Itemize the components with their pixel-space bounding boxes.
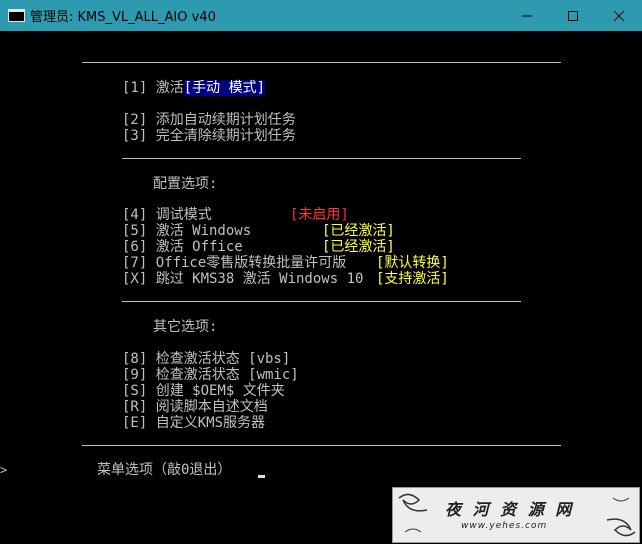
console-area[interactable]: [1] 激活[手动 模式] [2] 添加自动续期计划任务 [3] 完全清除续期计… xyxy=(0,31,642,544)
menu-item-9: [9] 检查激活状态 [wmic] xyxy=(122,367,299,383)
menu-item-1-tag: [手动 模式] xyxy=(183,80,266,96)
menu-item-2: [2] 添加自动续期计划任务 xyxy=(122,112,296,128)
other-heading: 其它选项: xyxy=(153,319,218,335)
menu-item-8: [8] 检查激活状态 [vbs] xyxy=(122,351,291,367)
window-title: 管理员: KMS_VL_ALL_AIO v40 xyxy=(30,10,216,25)
menu-item-7-label: [7] Office零售版转换批量许可版 xyxy=(122,255,347,271)
text-cursor xyxy=(258,475,265,478)
menu-item-4-label: [4] 调试模式 xyxy=(122,207,212,223)
title-bar[interactable]: 管理员: KMS_VL_ALL_AIO v40 xyxy=(0,0,642,31)
maximize-icon xyxy=(568,10,578,21)
maximize-button[interactable] xyxy=(550,0,596,31)
minimize-icon xyxy=(522,15,532,16)
minimize-button[interactable] xyxy=(504,0,550,31)
divider-2 xyxy=(122,301,521,302)
divider-bottom xyxy=(82,445,561,446)
menu-item-e: [E] 自定义KMS服务器 xyxy=(122,415,266,431)
menu-item-5-status: [已经激活] xyxy=(322,223,395,239)
menu-item-6-label: [6] 激活 Office xyxy=(122,239,243,255)
watermark-text: 夜 河 资 源 网 xyxy=(445,500,575,519)
menu-item-5-label: [5] 激活 Windows xyxy=(122,223,252,239)
menu-item-3: [3] 完全清除续期计划任务 xyxy=(122,128,296,144)
menu-item-4-status: [未启用] xyxy=(290,207,349,223)
divider-top xyxy=(82,62,561,63)
menu-item-7-status: [默认转换] xyxy=(376,255,449,271)
menu-item-x-status: [支持激活] xyxy=(376,271,449,287)
close-icon xyxy=(613,10,625,21)
menu-item-r: [R] 阅读脚本自述文档 xyxy=(122,399,268,415)
menu-item-x-label: [X] 跳过 KMS38 激活 Windows 10 xyxy=(122,271,364,287)
watermark-url: www.yehes.com xyxy=(461,521,548,531)
watermark-logo: 夜 河 资 源 网 www.yehes.com xyxy=(392,487,640,543)
console-app-icon xyxy=(8,9,25,22)
menu-item-1: [1] 激活[手动 模式] xyxy=(122,80,266,96)
menu-item-s: [S] 创建 $OEM$ 文件夹 xyxy=(122,383,285,399)
close-button[interactable] xyxy=(596,0,642,31)
left-edge-caret-icon: > xyxy=(0,463,8,477)
menu-item-6-status: [已经激活] xyxy=(322,239,395,255)
menu-prompt: 菜单选项（敲0退出） xyxy=(97,462,232,478)
menu-item-1-label: [1] 激活 xyxy=(122,80,184,96)
icon-bar xyxy=(9,10,24,12)
config-heading: 配置选项: xyxy=(153,176,218,192)
divider-1 xyxy=(122,158,521,159)
